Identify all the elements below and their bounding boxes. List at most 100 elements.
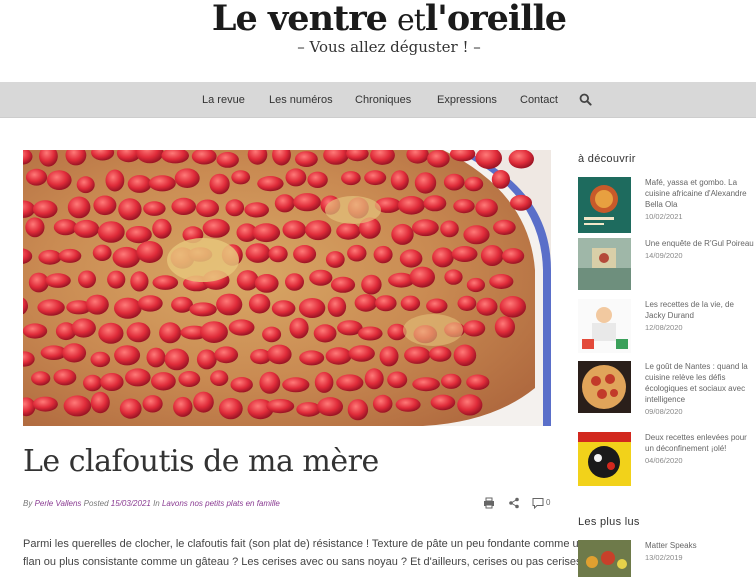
cherry-shape [299,350,325,366]
cherry-shape [298,298,326,318]
nav-item-expressions[interactable]: Expressions [437,94,497,106]
cherry-shape [174,168,200,188]
cherry-shape [127,175,152,193]
cherry-shape [336,374,364,392]
cherry-shape [282,220,307,239]
sidebar-item-title[interactable]: Le goût de Nantes : quand la cuisine rel… [645,362,748,404]
cherry-shape [314,371,334,393]
site-logo[interactable]: Le ventre etl'oreille [0,0,756,39]
comment-count[interactable]: 0 [546,498,550,507]
cherry-shape [397,196,425,215]
cherry-shape [285,273,304,291]
cherry-shape [348,345,375,362]
category-link[interactable]: Lavons nos petits plats en famille [162,499,280,508]
sidebar-item-date: 04/06/2020 [645,456,683,465]
book-cover-thumbnail[interactable] [578,238,631,290]
cherry-shape [196,199,219,218]
cherry-shape [136,241,163,263]
cherry-shape [372,394,393,413]
cherry-shape [466,374,490,390]
cherry-shape [152,218,172,239]
cherry-shape [267,344,292,365]
article-thumbnail[interactable] [578,540,631,577]
cherry-shape [93,195,117,216]
cherry-shape [494,316,515,338]
sidebar-item-date: 14/09/2020 [645,251,683,260]
book-cover-thumbnail[interactable] [578,432,631,486]
book-cover-thumbnail[interactable] [578,177,631,233]
sidebar-item-title[interactable]: Matter Speaks [645,541,697,550]
cherry-shape [62,343,87,363]
cherry-shape [427,150,450,168]
cherry-shape [510,194,532,211]
sidebar-item-date: 10/02/2021 [645,212,683,221]
cherry-shape [146,347,166,368]
post-featured-image[interactable] [23,150,551,426]
cherry-shape [282,377,310,393]
cherry-shape [390,170,409,191]
print-icon[interactable] [483,497,495,509]
cherry-shape [126,322,151,343]
cherry-shape [257,176,284,192]
cherry-shape [53,369,77,386]
cherry-shape [395,397,421,412]
book-cover-thumbnail[interactable] [578,361,631,413]
cherry-shape [364,368,384,390]
cherry-shape [412,377,440,392]
cherry-shape [443,173,465,191]
sidebar-item-title[interactable]: Une enquête de R'Gul Poireau [645,239,754,248]
cherry-shape [159,322,182,344]
nav-item-contact[interactable]: Contact [520,94,558,106]
search-icon[interactable] [579,93,592,106]
cherry-shape [171,197,196,215]
main-nav: La revue Les numéros Chroniques Expressi… [0,82,756,118]
cherry-shape [148,175,176,192]
post-date[interactable]: 15/03/2021 [111,499,151,508]
nav-item-les-numeros[interactable]: Les numéros [269,94,333,106]
cherry-shape [107,270,126,289]
cherry-shape [210,370,229,386]
cherry-shape [441,373,462,389]
cherry-shape [262,326,282,343]
cherry-shape [73,219,100,238]
nav-item-la-revue[interactable]: La revue [202,94,245,106]
cherry-shape [463,225,490,245]
post-meta: By Perle Vallens Posted 15/03/2021 In La… [23,499,280,508]
cherry-shape [464,176,484,192]
comment-icon[interactable] [532,497,544,509]
cherry-shape [58,248,82,263]
cherry-shape [414,172,437,194]
cherry-shape [228,319,255,336]
cherry-shape [252,223,281,243]
cherry-shape [114,297,142,319]
cherry-shape [231,170,251,185]
sidebar-item-date: 09/08/2020 [645,407,683,416]
cherry-shape [440,220,459,238]
cherry-shape [202,218,230,238]
cherry-shape [325,251,345,268]
clafoutis-image [23,150,551,426]
cherry-shape [142,395,163,413]
sidebar-item-title[interactable]: Deux recettes enlevées pour un déconfine… [645,433,747,453]
sidebar-item-date: 12/08/2020 [645,323,683,332]
cherry-shape [137,295,163,312]
sidebar-item-title[interactable]: Les recettes de la vie, de Jacky Durand [645,300,734,320]
cherry-shape [305,220,332,241]
cherry-shape [200,321,228,343]
cherry-shape [387,371,408,389]
cherry-shape [307,171,328,188]
cherry-shape [409,266,435,288]
cherry-shape [32,200,58,219]
author-link[interactable]: Perle Vallens [35,499,82,508]
book-cover-thumbnail[interactable] [578,299,631,353]
cherry-shape [317,397,343,417]
nav-item-chroniques[interactable]: Chroniques [355,94,411,106]
post-title[interactable]: Le clafoutis de ma mère [23,444,379,479]
cherry-shape [125,226,152,244]
cherry-shape [178,371,201,387]
share-icon[interactable] [508,497,520,509]
cherry-shape [404,346,431,364]
sidebar-item-title[interactable]: Mafé, yassa et gombo. La cuisine africai… [645,178,747,209]
cherry-shape [268,245,288,263]
cherry-shape [426,298,448,314]
